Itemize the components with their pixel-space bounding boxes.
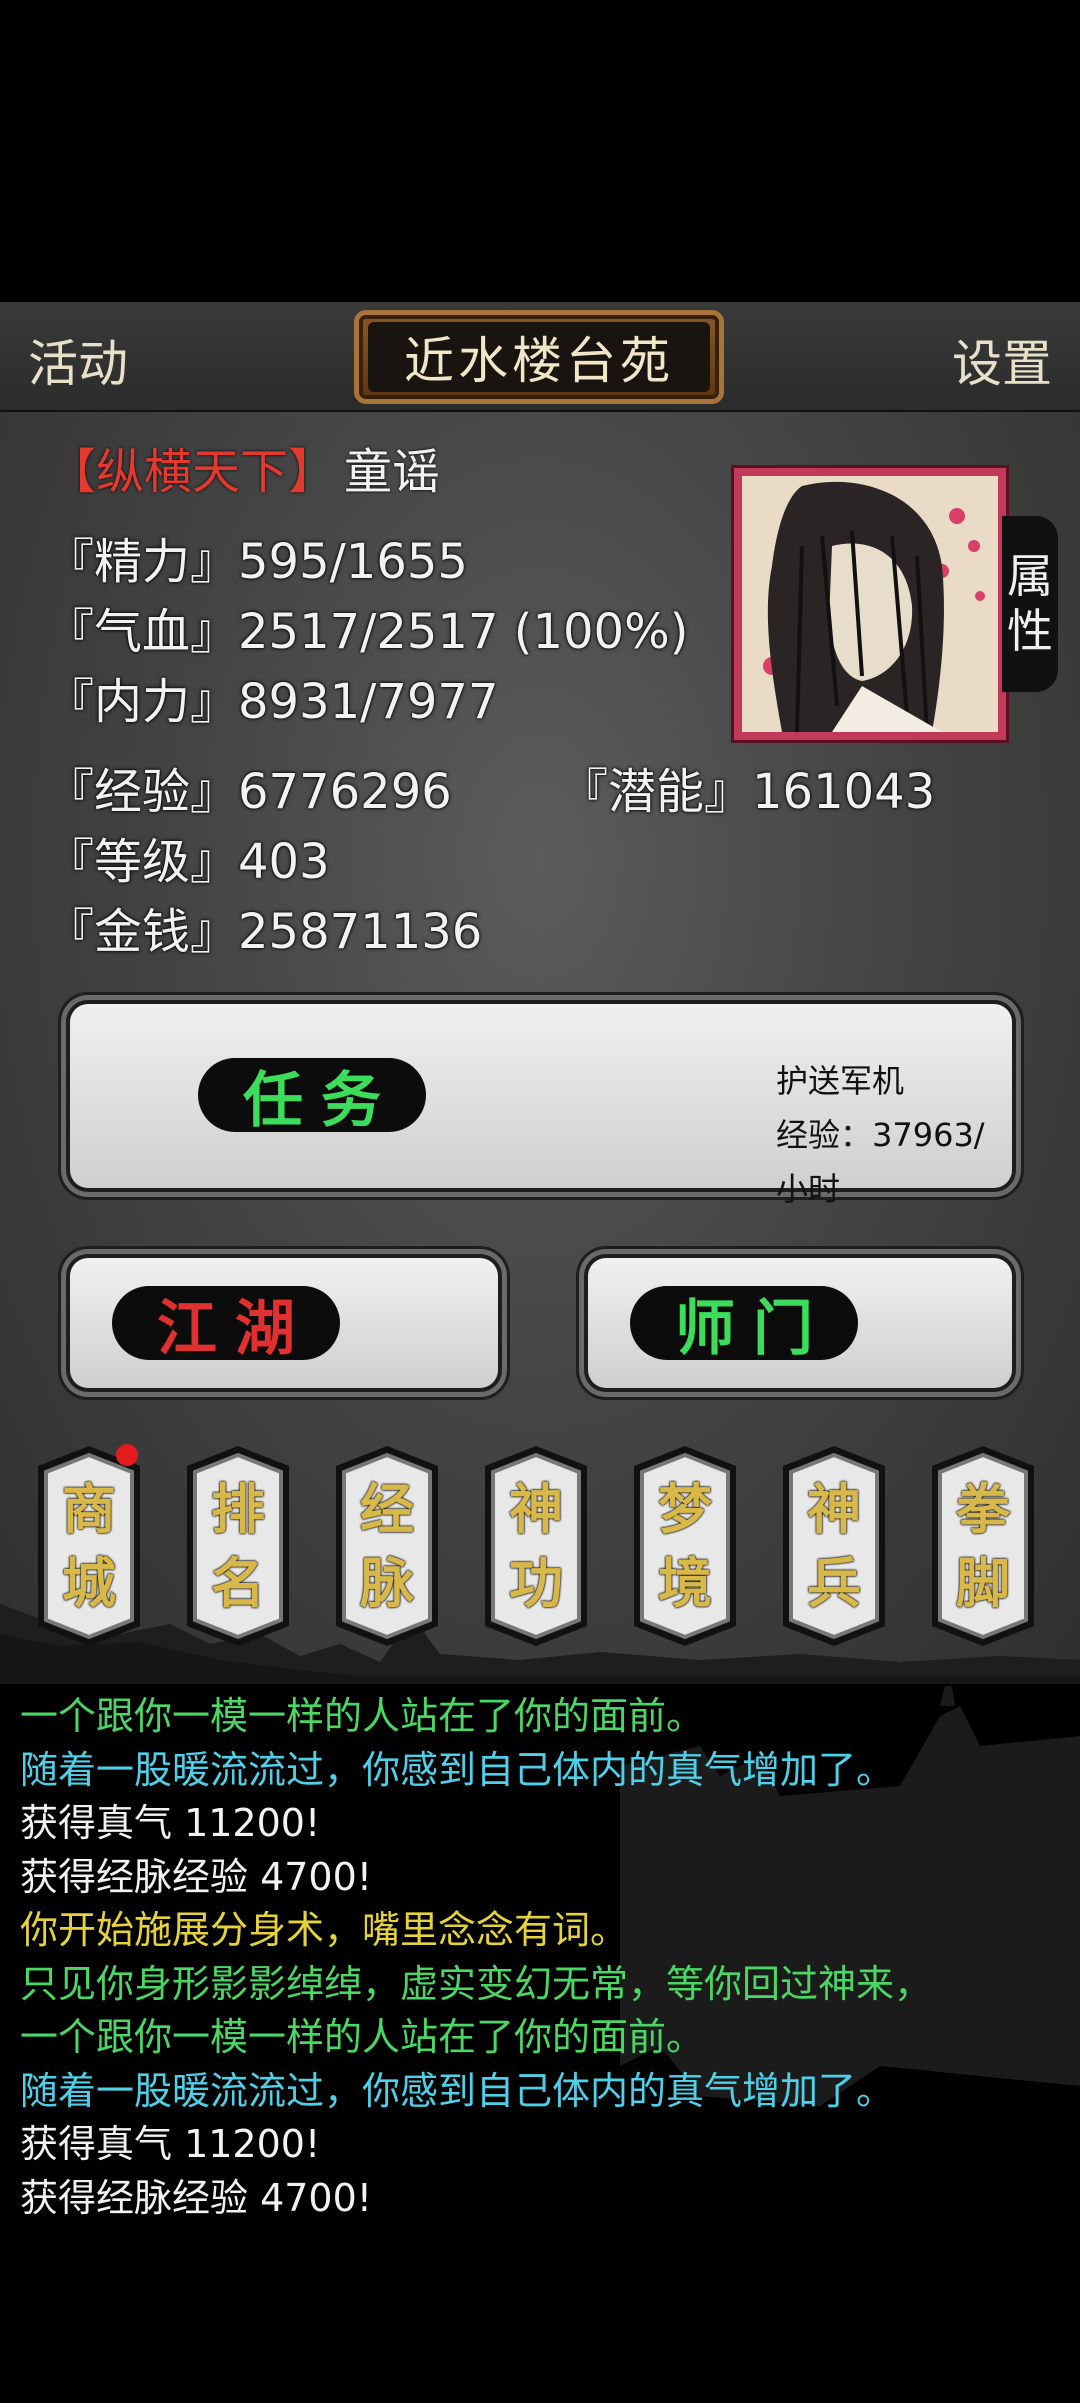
divine-weapon-char-1: 神 [807,1477,861,1541]
money-stat: 『金钱』25871136 [46,904,483,960]
shimen-label: 师门 [630,1286,858,1364]
log-line: 获得经脉经验 4700! [20,2175,373,2220]
shop-notification-dot [116,1444,138,1466]
activity-button[interactable]: 活动 [28,324,128,396]
level-stat: 『等级』403 [46,834,330,890]
mission-exp-rate: 经验：37963/小时 [776,1116,985,1208]
log-line: 你开始施展分身术，嘴里念念有词。 [20,1908,629,1952]
jianghu-label: 江湖 [112,1286,340,1364]
divine-skill-scroll-button[interactable]: 神功 [475,1444,597,1648]
ranking-char-1: 排 [211,1477,265,1541]
log-line: 只见你身形影影绰绰，虚实变幻无常，等你回过神来， [20,1961,933,2006]
attributes-tab-char-1: 属 [1007,548,1053,603]
fist-kick-char-2: 脚 [956,1551,1010,1615]
shop-char-2: 城 [62,1551,116,1615]
fist-kick-scroll-button[interactable]: 拳脚 [922,1444,1044,1648]
log-line: 一个跟你一模一样的人站在了你的面前。 [20,1694,705,1738]
location-title-plaque: 近水楼台苑 [354,310,724,404]
health-stat: 『气血』2517/2517 (100%) [46,604,689,660]
attributes-tab-char-2: 性 [1007,604,1053,658]
experience-stat: 『经验』6776296 [46,764,452,820]
character-portrait[interactable] [734,468,1006,740]
dream-realm-char-2: 境 [658,1551,712,1615]
divine-weapon-scroll-button[interactable]: 神兵 [773,1444,895,1648]
top-bar: 活动 近水楼台苑 设置 [0,302,1080,413]
meridian-scroll-button[interactable]: 经脉 [326,1444,448,1648]
divine-weapon-char-2: 兵 [807,1551,861,1615]
dream-realm-scroll-button[interactable]: 梦境 [624,1444,746,1648]
log-line: 随着一股暖流流过，你感到自己体内的真气增加了。 [20,1747,895,1792]
jianghu-button[interactable]: 江湖 [70,1258,498,1388]
dream-realm-char-1: 梦 [658,1477,712,1541]
mission-info: 护送军机 经验：37963/小时 [776,1054,1012,1216]
shimen-button[interactable]: 师门 [588,1258,1012,1388]
ranking-scroll-button[interactable]: 排名 [177,1444,299,1648]
mission-button[interactable]: 任务 护送军机 经验：37963/小时 [70,1004,1012,1208]
attributes-tab[interactable]: 属 性 [1002,516,1058,692]
potential-stat: 『潜能』161043 [560,764,936,820]
log-line: 获得经脉经验 4700! [20,1854,373,1899]
character-panel: 【纵横天下】 童谣 『精力』595/1655 『气血』2517/2517 (10… [0,412,1080,1684]
shop-char-1: 商 [62,1477,116,1541]
shop-scroll-button[interactable]: 商城 [28,1444,150,1648]
meridian-char-2: 脉 [360,1551,414,1615]
player-name: 童谣 [344,444,441,500]
log-line: 获得真气 11200! [20,2122,321,2166]
fist-kick-char-1: 拳 [956,1477,1010,1541]
energy-stat: 『精力』595/1655 [46,534,468,590]
log-line: 一个跟你一模一样的人站在了你的面前。 [20,2015,705,2059]
meridian-char-1: 经 [360,1477,414,1541]
ranking-char-2: 名 [211,1551,265,1615]
divine-skill-char-1: 神 [509,1477,563,1541]
portrait-image [742,476,998,732]
mission-label: 任务 [198,1058,426,1136]
location-title: 近水楼台苑 [404,332,674,390]
inner-force-stat: 『内力』8931/7977 [46,674,499,730]
log-line: 随着一股暖流流过，你感到自己体内的真气增加了。 [20,2068,895,2113]
player-faction: 【纵横天下】 [48,444,337,500]
message-log[interactable]: 一个跟你一模一样的人站在了你的面前。随着一股暖流流过，你感到自己体内的真气增加了… [0,1686,1080,2246]
settings-button[interactable]: 设置 [952,324,1052,396]
mission-task-name: 护送军机 [776,1062,905,1100]
log-line: 获得真气 11200! [20,1801,321,1845]
divine-skill-char-2: 功 [509,1551,563,1615]
